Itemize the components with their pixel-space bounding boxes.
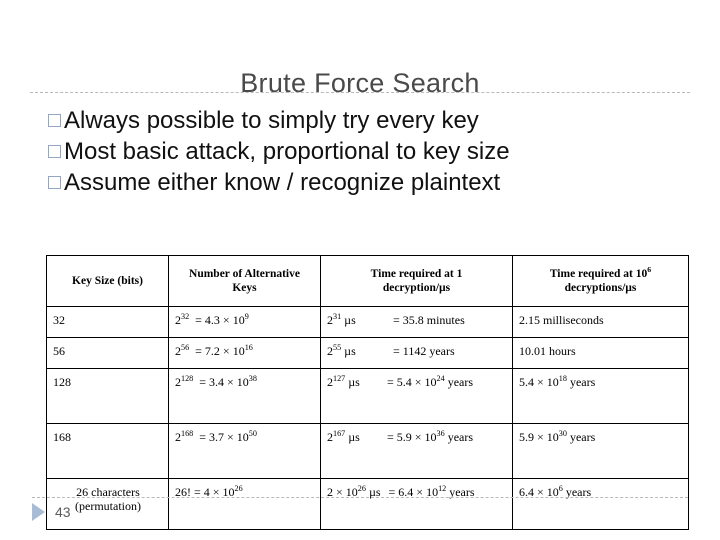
bullet-list: Always possible to simply try every key …: [48, 105, 688, 198]
cell-time-1e6-decryptions: 5.4 × 1018 years: [512, 368, 689, 424]
time-equals: = 5.4 × 1024 years: [387, 374, 474, 389]
cell-number-of-keys: 2168 = 3.7 × 1050: [168, 423, 321, 479]
table-row: 128 2128 = 3.4 × 1038 2127 µs = 5.4 × 10…: [46, 368, 689, 424]
column-header-time-1e6-decryptions: Time required at 106 decryptions/µs: [512, 255, 689, 307]
list-item-label: Always possible to simply try every key: [64, 107, 479, 134]
footer-divider: [32, 497, 688, 498]
hollow-square-bullet-icon: [48, 114, 61, 127]
column-header-number-of-keys: Number of Alternative Keys: [168, 255, 321, 307]
cell-number-of-keys: 256 = 7.2 × 1016: [168, 337, 321, 369]
hollow-square-bullet-icon: [48, 145, 61, 158]
cell-time-1-decryption: 2167 µs = 5.9 × 1036 years: [320, 423, 513, 479]
key-size-comparison-table: Key Size (bits) Number of Alternative Key…: [46, 255, 689, 530]
time-equals: = 1142 years: [393, 344, 455, 358]
cell-time-1e6-decryptions: 2.15 milliseconds: [512, 306, 689, 338]
column-header-key-size: Key Size (bits): [46, 255, 169, 307]
table-row: 32 232 = 4.3 × 109 231 µs = 35.8 minutes…: [46, 306, 689, 338]
hollow-square-bullet-icon: [48, 176, 61, 189]
cell-time-1e6-decryptions: 5.9 × 1030 years: [512, 423, 689, 479]
table-row: 168 2168 = 3.7 × 1050 2167 µs = 5.9 × 10…: [46, 423, 689, 479]
list-item-label: Assume either know / recognize plaintext: [64, 169, 501, 196]
time-value: 231 µs: [327, 312, 356, 327]
cell-time-1e6-decryptions: 10.01 hours: [512, 337, 689, 369]
table-row: 56 256 = 7.2 × 1016 255 µs = 1142 years …: [46, 337, 689, 369]
cell-number-of-keys: 232 = 4.3 × 109: [168, 306, 321, 338]
table-header-row: Key Size (bits) Number of Alternative Key…: [46, 255, 689, 307]
cell-key-size: 56: [46, 337, 169, 369]
cell-time-1-decryption: 231 µs = 35.8 minutes: [320, 306, 513, 338]
time-equals: = 35.8 minutes: [393, 313, 465, 327]
list-item-label: Most basic attack, proportional to key s…: [64, 138, 510, 165]
title-divider: [30, 92, 690, 93]
column-header-time-1-decryption: Time required at 1 decryption/µs: [320, 255, 513, 307]
cell-key-size: 168: [46, 423, 169, 479]
cell-number-of-keys: 2128 = 3.4 × 1038: [168, 368, 321, 424]
cell-key-size: 32: [46, 306, 169, 338]
list-item: Always possible to simply try every key: [48, 105, 688, 136]
cell-time-1e6-decryptions: 6.4 × 106 years: [512, 478, 689, 530]
page-title: Brute Force Search: [240, 68, 480, 99]
time-value: 2127 µs: [327, 374, 360, 389]
cell-number-of-keys: 26! = 4 × 1026: [168, 478, 321, 530]
cell-time-1-decryption: 2127 µs = 5.4 × 1024 years: [320, 368, 513, 424]
table-row: 26 characters (permutation) 26! = 4 × 102…: [46, 478, 689, 530]
triangle-right-icon: [32, 503, 45, 521]
time-value: 2167 µs: [327, 429, 360, 444]
cell-key-size: 128: [46, 368, 169, 424]
time-equals: = 5.9 × 1036 years: [387, 429, 474, 444]
list-item: Most basic attack, proportional to key s…: [48, 136, 688, 167]
time-value: 255 µs: [327, 343, 356, 358]
cell-time-1-decryption: 2 × 1026 µs = 6.4 × 1012 years: [320, 478, 513, 530]
list-item: Assume either know / recognize plaintext: [48, 167, 688, 198]
slide-number: 43: [55, 504, 71, 520]
cell-time-1-decryption: 255 µs = 1142 years: [320, 337, 513, 369]
slide-footer: 43: [32, 503, 71, 521]
